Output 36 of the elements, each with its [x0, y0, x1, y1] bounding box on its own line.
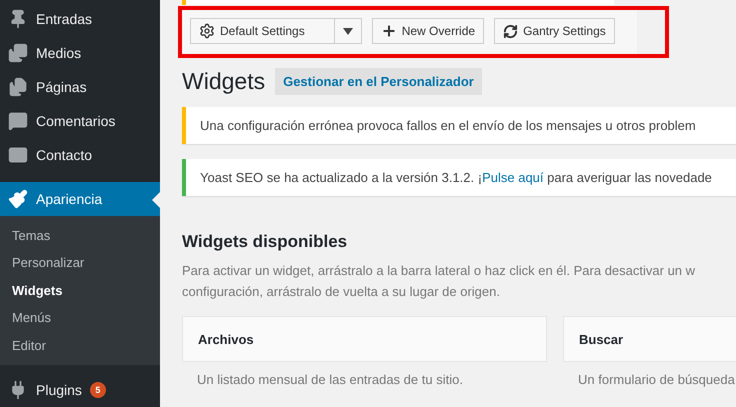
- menu-item[interactable]: Entradas: [0, 2, 160, 36]
- menu-item[interactable]: Contacto: [0, 138, 160, 172]
- pages-icon: [8, 76, 28, 97]
- caret-icon: [342, 28, 353, 34]
- current-arrow: [152, 192, 160, 208]
- menu-item[interactable]: Medios: [0, 36, 160, 70]
- plus-icon: [380, 23, 397, 39]
- warning-notice: Una configuración errónea provoca fallos en el envío de los mensajes u otros problem: [182, 107, 736, 144]
- notice-link[interactable]: Pulse aquí: [482, 170, 544, 185]
- widget-card[interactable]: Buscar: [563, 316, 736, 362]
- menu-item[interactable]: Plugins 5: [0, 373, 160, 407]
- count-badge: 5: [90, 382, 106, 398]
- images-icon: [8, 42, 28, 63]
- widget-description: Un formulario de búsqueda: [577, 371, 736, 389]
- submenu-item[interactable]: Widgets: [0, 276, 160, 304]
- section-description: Para activar un widget, arrástralo a la barra lateral o haz click en él. Para desactivar un w configuración, arrástralo de vuelta a su lugar de origen.: [182, 262, 696, 301]
- settings-dropdown[interactable]: Default Settings: [190, 18, 362, 44]
- menu-item[interactable]: Apariencia: [0, 182, 160, 216]
- submenu-item[interactable]: Editor: [0, 332, 160, 360]
- section-title: Widgets disponibles: [182, 232, 348, 252]
- submenu-item[interactable]: Personalizar: [0, 249, 160, 277]
- success-notice: Yoast SEO se ha actualizado a la versión 3.1.2. ¡Pulse aquí para averiguar las novedade: [182, 159, 736, 196]
- widget-card[interactable]: Archivos: [182, 316, 547, 362]
- new-override-button[interactable]: New Override: [372, 18, 484, 44]
- gear-icon: [199, 23, 215, 39]
- speech-bubble-icon: [8, 110, 28, 131]
- menu-item[interactable]: Comentarios: [0, 104, 160, 138]
- gantry-settings-button[interactable]: Gantry Settings: [494, 18, 615, 44]
- paintbrush-icon: [8, 188, 28, 209]
- widget-description: Un listado mensual de las entradas de tu sitio.: [196, 371, 464, 389]
- page-title: Widgets: [182, 68, 266, 95]
- menu-item[interactable]: Páginas: [0, 70, 160, 104]
- submenu-item[interactable]: Temas: [0, 222, 160, 250]
- customizer-link[interactable]: Gestionar en el Personalizador: [275, 68, 482, 95]
- submenu-item[interactable]: Menús: [0, 304, 160, 332]
- refresh-icon: [503, 24, 518, 38]
